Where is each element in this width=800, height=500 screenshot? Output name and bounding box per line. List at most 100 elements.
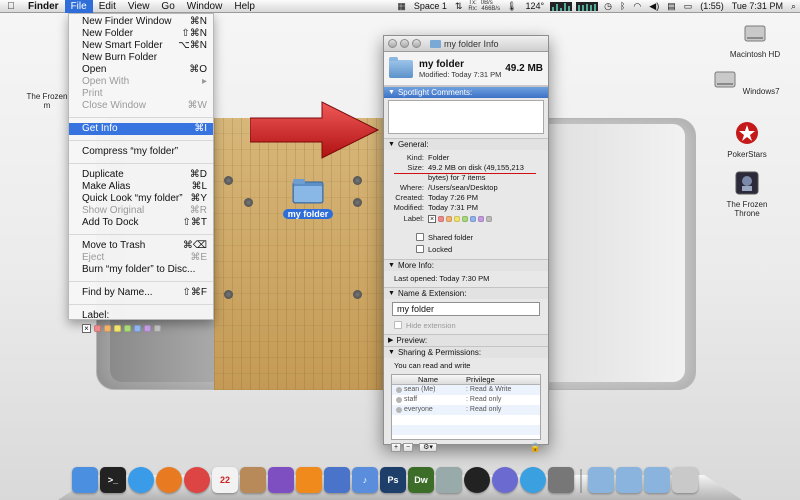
documents-stack-icon[interactable] [616, 467, 642, 493]
lock-icon[interactable]: 🔒 [530, 442, 541, 453]
menu-view[interactable]: View [122, 0, 156, 13]
trash-icon[interactable] [672, 467, 698, 493]
menu-item-open-with[interactable]: Open With ▸ [69, 76, 213, 88]
perm-privilege[interactable]: Read only [470, 396, 502, 403]
add-user-button[interactable]: + [391, 443, 401, 452]
section-preview[interactable]: ▶ Preview: [384, 334, 548, 346]
menu-item-move-to-trash[interactable]: Move to Trash ⌘⌫ [69, 240, 213, 252]
remove-user-button[interactable]: − [403, 443, 413, 452]
label-purple-swatch[interactable] [478, 216, 484, 222]
section-general[interactable]: ▼ General: [384, 138, 548, 150]
menu-item-compress[interactable]: Compress “my folder” [69, 146, 213, 158]
kaboom-icon[interactable] [268, 467, 294, 493]
section-name-extension[interactable]: ▼ Name & Extension: [384, 287, 548, 299]
desktop-icon-pokerstars[interactable]: PokerStars [712, 120, 782, 159]
permission-row[interactable]: staff : Read only [392, 395, 540, 405]
battery-time[interactable]: (1:55) [696, 0, 728, 13]
zoom-window-button[interactable] [412, 39, 421, 48]
volume-icon[interactable]: ◀) [645, 0, 663, 13]
globe-icon[interactable] [492, 467, 518, 493]
menu-item-get-info[interactable]: Get Info ⌘I [69, 123, 213, 135]
name-field[interactable]: my folder [392, 302, 540, 316]
label-green-swatch[interactable] [462, 216, 468, 222]
finder-icon[interactable] [72, 467, 98, 493]
menu-window[interactable]: Window [181, 0, 229, 13]
desktop-icon-frozen-throne[interactable]: The Frozen Throne [712, 170, 782, 218]
quicktime-icon[interactable] [520, 467, 546, 493]
label-gray-swatch[interactable] [154, 325, 161, 332]
label-none-button[interactable]: × [82, 324, 91, 333]
spaces-icon[interactable]: ▦ [393, 0, 410, 13]
label-red-swatch[interactable] [438, 216, 444, 222]
menu-item-show-original[interactable]: Show Original ⌘R [69, 205, 213, 217]
perm-privilege[interactable]: Read & Write [470, 386, 512, 393]
minimize-window-button[interactable] [400, 39, 409, 48]
flag-us-icon[interactable]: ▤ [663, 0, 680, 13]
desktop-icon-frozen-partial[interactable]: The Frozen m [20, 92, 74, 110]
menu-item-add-to-dock[interactable]: Add To Dock ⇧⌘T [69, 217, 213, 229]
menu-edit[interactable]: Edit [93, 0, 122, 13]
menu-item-new-finder-window[interactable]: New Finder Window ⌘N [69, 16, 213, 28]
section-spotlight-comments[interactable]: ▼ Spotlight Comments: [384, 86, 548, 98]
spotlight-icon[interactable]: ⌕ [787, 0, 800, 13]
photoshop-icon[interactable]: Ps [380, 467, 406, 493]
bluetooth-icon[interactable]: ᛒ [616, 0, 629, 13]
memory-graph[interactable] [576, 1, 599, 11]
label-green-swatch[interactable] [124, 325, 131, 332]
time-machine-icon[interactable]: ◷ [600, 0, 616, 13]
vlc-icon[interactable] [296, 467, 322, 493]
label-orange-swatch[interactable] [446, 216, 452, 222]
desktop-icon-windows7[interactable]: Windows7 [712, 66, 782, 96]
firefox-icon[interactable] [156, 467, 182, 493]
label-none-button[interactable]: × [428, 215, 436, 223]
xcode-icon[interactable] [324, 467, 350, 493]
menu-item-duplicate[interactable]: Duplicate ⌘D [69, 169, 213, 181]
safari-icon[interactable] [128, 467, 154, 493]
menu-item-burn[interactable]: Burn “my folder” to Disc... [69, 264, 213, 276]
applications-stack-icon[interactable] [588, 467, 614, 493]
shared-folder-checkbox[interactable] [416, 233, 424, 241]
col-name[interactable]: Name [392, 375, 462, 384]
section-sharing-permissions[interactable]: ▼ Sharing & Permissions: [384, 346, 548, 358]
clock[interactable]: Tue 7:31 PM [728, 0, 787, 13]
menu-item-new-folder[interactable]: New Folder ⇧⌘N [69, 28, 213, 40]
battery-icon[interactable]: ▭ [680, 0, 697, 13]
apple-menu-icon[interactable]:  [0, 0, 22, 13]
chrome-icon[interactable] [184, 467, 210, 493]
label-red-swatch[interactable] [94, 325, 101, 332]
menu-item-make-alias[interactable]: Make Alias ⌘L [69, 181, 213, 193]
menu-finder[interactable]: Finder [22, 0, 65, 13]
locked-checkbox[interactable] [416, 245, 424, 253]
label-blue-swatch[interactable] [134, 325, 141, 332]
close-window-button[interactable] [388, 39, 397, 48]
label-yellow-swatch[interactable] [114, 325, 121, 332]
downloads-stack-icon[interactable] [644, 467, 670, 493]
label-orange-swatch[interactable] [104, 325, 111, 332]
gear-icon[interactable]: ⚙▾ [419, 443, 437, 452]
shared-folder-option[interactable]: Shared folder [384, 231, 548, 243]
temperature-readout[interactable]: 124° [522, 0, 549, 13]
space-indicator[interactable]: Space 1 [410, 0, 451, 13]
dreamweaver-icon[interactable]: Dw [408, 467, 434, 493]
menu-item-eject[interactable]: Eject ⌘E [69, 252, 213, 264]
hide-extension-checkbox[interactable] [394, 321, 402, 329]
menu-item-close-window[interactable]: Close Window ⌘W [69, 100, 213, 112]
hide-extension-option[interactable]: Hide extension [384, 319, 548, 331]
menu-go[interactable]: Go [155, 0, 180, 13]
perm-privilege[interactable]: Read only [470, 406, 502, 413]
label-gray-swatch[interactable] [486, 216, 492, 222]
my-folder-desktop-icon[interactable]: my folder [278, 178, 338, 220]
wifi-icon[interactable]: ◠ [629, 0, 645, 13]
network-monitor[interactable]: Tx: 0B/s Rx: 466B/s [466, 0, 502, 12]
terminal-icon[interactable]: >_ [100, 467, 126, 493]
menu-item-open[interactable]: Open ⌘O [69, 64, 213, 76]
menu-item-quick-look[interactable]: Quick Look “my folder” ⌘Y [69, 193, 213, 205]
section-more-info[interactable]: ▼ More Info: [384, 259, 548, 271]
menu-item-new-smart-folder[interactable]: New Smart Folder ⌥⌘N [69, 40, 213, 52]
label-blue-swatch[interactable] [470, 216, 476, 222]
desktop-icon-macintosh-hd[interactable]: Macintosh HD [720, 20, 790, 59]
library-icon[interactable] [240, 467, 266, 493]
menu-item-new-burn-folder[interactable]: New Burn Folder [69, 52, 213, 64]
menu-item-print[interactable]: Print [69, 88, 213, 100]
label-yellow-swatch[interactable] [454, 216, 460, 222]
